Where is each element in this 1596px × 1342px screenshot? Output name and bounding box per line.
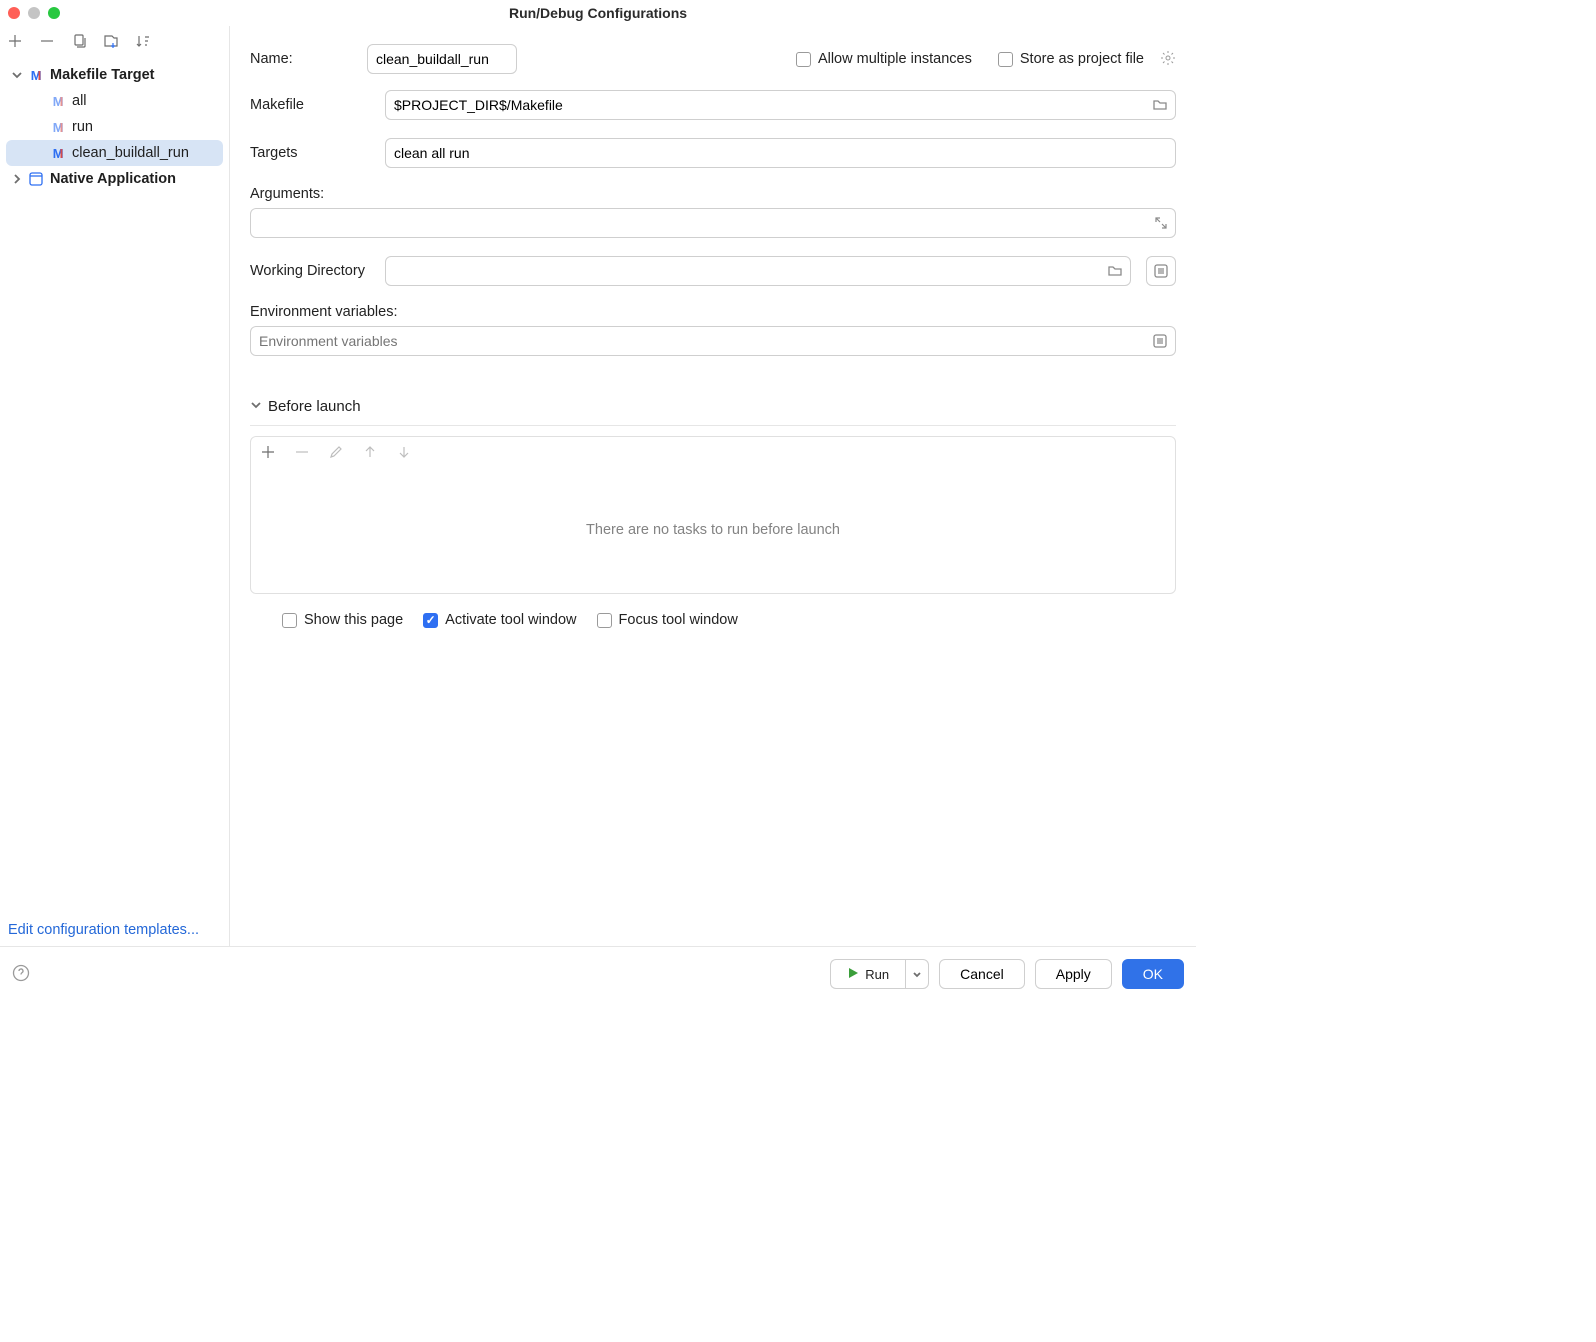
makefile-label: Makefile xyxy=(250,97,370,113)
makefile-icon: MI xyxy=(50,119,66,135)
gear-icon[interactable] xyxy=(1160,50,1176,69)
arguments-input[interactable] xyxy=(250,208,1176,238)
checkbox-icon xyxy=(597,613,612,628)
arguments-label: Arguments: xyxy=(250,186,1176,202)
makefile-icon: MI xyxy=(28,67,44,83)
expand-icon[interactable] xyxy=(1154,216,1168,230)
working-dir-input[interactable] xyxy=(385,256,1131,286)
tree-group-label: Makefile Target xyxy=(50,67,155,83)
makefile-input[interactable] xyxy=(385,90,1176,120)
targets-label: Targets xyxy=(250,145,370,161)
makefile-icon: MI xyxy=(50,93,66,109)
config-tree: MI Makefile Target MI all MI run MI clea… xyxy=(0,56,229,914)
focus-tool-window-label: Focus tool window xyxy=(619,612,738,628)
store-as-project-checkbox[interactable]: Store as project file xyxy=(998,51,1144,67)
run-split-button: Run xyxy=(830,959,929,989)
checkbox-checked-icon xyxy=(423,613,438,628)
show-this-page-label: Show this page xyxy=(304,612,403,628)
ok-button[interactable]: OK xyxy=(1122,959,1184,989)
allow-multiple-label: Allow multiple instances xyxy=(818,51,972,67)
folder-icon[interactable] xyxy=(1152,97,1168,113)
run-dropdown-button[interactable] xyxy=(905,959,929,989)
tree-group-label: Native Application xyxy=(50,171,176,187)
apply-button[interactable]: Apply xyxy=(1035,959,1112,989)
store-as-project-label: Store as project file xyxy=(1020,51,1144,67)
before-launch-box: There are no tasks to run before launch xyxy=(250,436,1176,594)
name-label: Name: xyxy=(250,51,355,67)
focus-tool-window-checkbox[interactable]: Focus tool window xyxy=(597,612,738,628)
remove-task-icon[interactable] xyxy=(293,443,311,461)
tree-item-clean-buildall-run[interactable]: MI clean_buildall_run xyxy=(6,140,223,166)
chevron-right-icon[interactable] xyxy=(10,172,24,186)
chevron-down-icon[interactable] xyxy=(10,68,24,82)
edit-templates-link[interactable]: Edit configuration templates... xyxy=(8,922,199,938)
activate-tool-window-label: Activate tool window xyxy=(445,612,576,628)
env-input[interactable] xyxy=(250,326,1176,356)
copy-config-icon[interactable] xyxy=(70,32,88,50)
tree-group-native-application[interactable]: Native Application xyxy=(0,166,229,192)
before-launch-empty-text: There are no tasks to run before launch xyxy=(251,467,1175,593)
before-launch-title: Before launch xyxy=(268,398,361,415)
run-button[interactable]: Run xyxy=(830,959,905,989)
run-button-label: Run xyxy=(865,967,889,982)
tree-group-makefile-target[interactable]: MI Makefile Target xyxy=(0,62,229,88)
play-icon xyxy=(847,967,859,982)
tree-item-all[interactable]: MI all xyxy=(0,88,229,114)
sort-icon[interactable] xyxy=(134,32,152,50)
minimize-window-icon xyxy=(28,7,40,19)
config-form: Name: Allow multiple instances Store as … xyxy=(230,26,1196,946)
remove-config-icon[interactable] xyxy=(38,32,56,50)
add-task-icon[interactable] xyxy=(259,443,277,461)
close-window-icon[interactable] xyxy=(8,7,20,19)
makefile-icon: MI xyxy=(50,145,66,161)
save-as-template-icon[interactable] xyxy=(102,32,120,50)
allow-multiple-checkbox[interactable]: Allow multiple instances xyxy=(796,51,972,67)
cancel-button[interactable]: Cancel xyxy=(939,959,1025,989)
dialog-footer: Run Cancel Apply OK xyxy=(0,946,1196,1001)
window-controls xyxy=(8,7,60,19)
targets-input[interactable] xyxy=(385,138,1176,168)
move-up-icon[interactable] xyxy=(361,443,379,461)
activate-tool-window-checkbox[interactable]: Activate tool window xyxy=(423,612,576,628)
macros-button[interactable] xyxy=(1146,256,1176,286)
tree-item-label: run xyxy=(72,119,93,135)
edit-task-icon[interactable] xyxy=(327,443,345,461)
show-this-page-checkbox[interactable]: Show this page xyxy=(282,612,403,628)
add-config-icon[interactable] xyxy=(6,32,24,50)
titlebar: Run/Debug Configurations xyxy=(0,0,1196,26)
chevron-down-icon[interactable] xyxy=(250,399,262,414)
name-input[interactable] xyxy=(367,44,517,74)
sidebar: MI Makefile Target MI all MI run MI clea… xyxy=(0,26,230,946)
tree-item-label: clean_buildall_run xyxy=(72,145,189,161)
tree-item-label: all xyxy=(72,93,87,109)
checkbox-icon xyxy=(796,52,811,67)
maximize-window-icon[interactable] xyxy=(48,7,60,19)
working-dir-label: Working Directory xyxy=(250,263,370,279)
env-edit-icon[interactable] xyxy=(1152,333,1168,349)
sidebar-toolbar xyxy=(0,26,229,56)
env-label: Environment variables: xyxy=(250,304,1176,320)
checkbox-icon xyxy=(998,52,1013,67)
tree-item-run[interactable]: MI run xyxy=(0,114,229,140)
folder-icon[interactable] xyxy=(1107,263,1123,279)
checkbox-icon xyxy=(282,613,297,628)
native-app-icon xyxy=(28,171,44,187)
move-down-icon[interactable] xyxy=(395,443,413,461)
window-title: Run/Debug Configurations xyxy=(509,5,687,21)
help-icon[interactable] xyxy=(12,964,30,985)
